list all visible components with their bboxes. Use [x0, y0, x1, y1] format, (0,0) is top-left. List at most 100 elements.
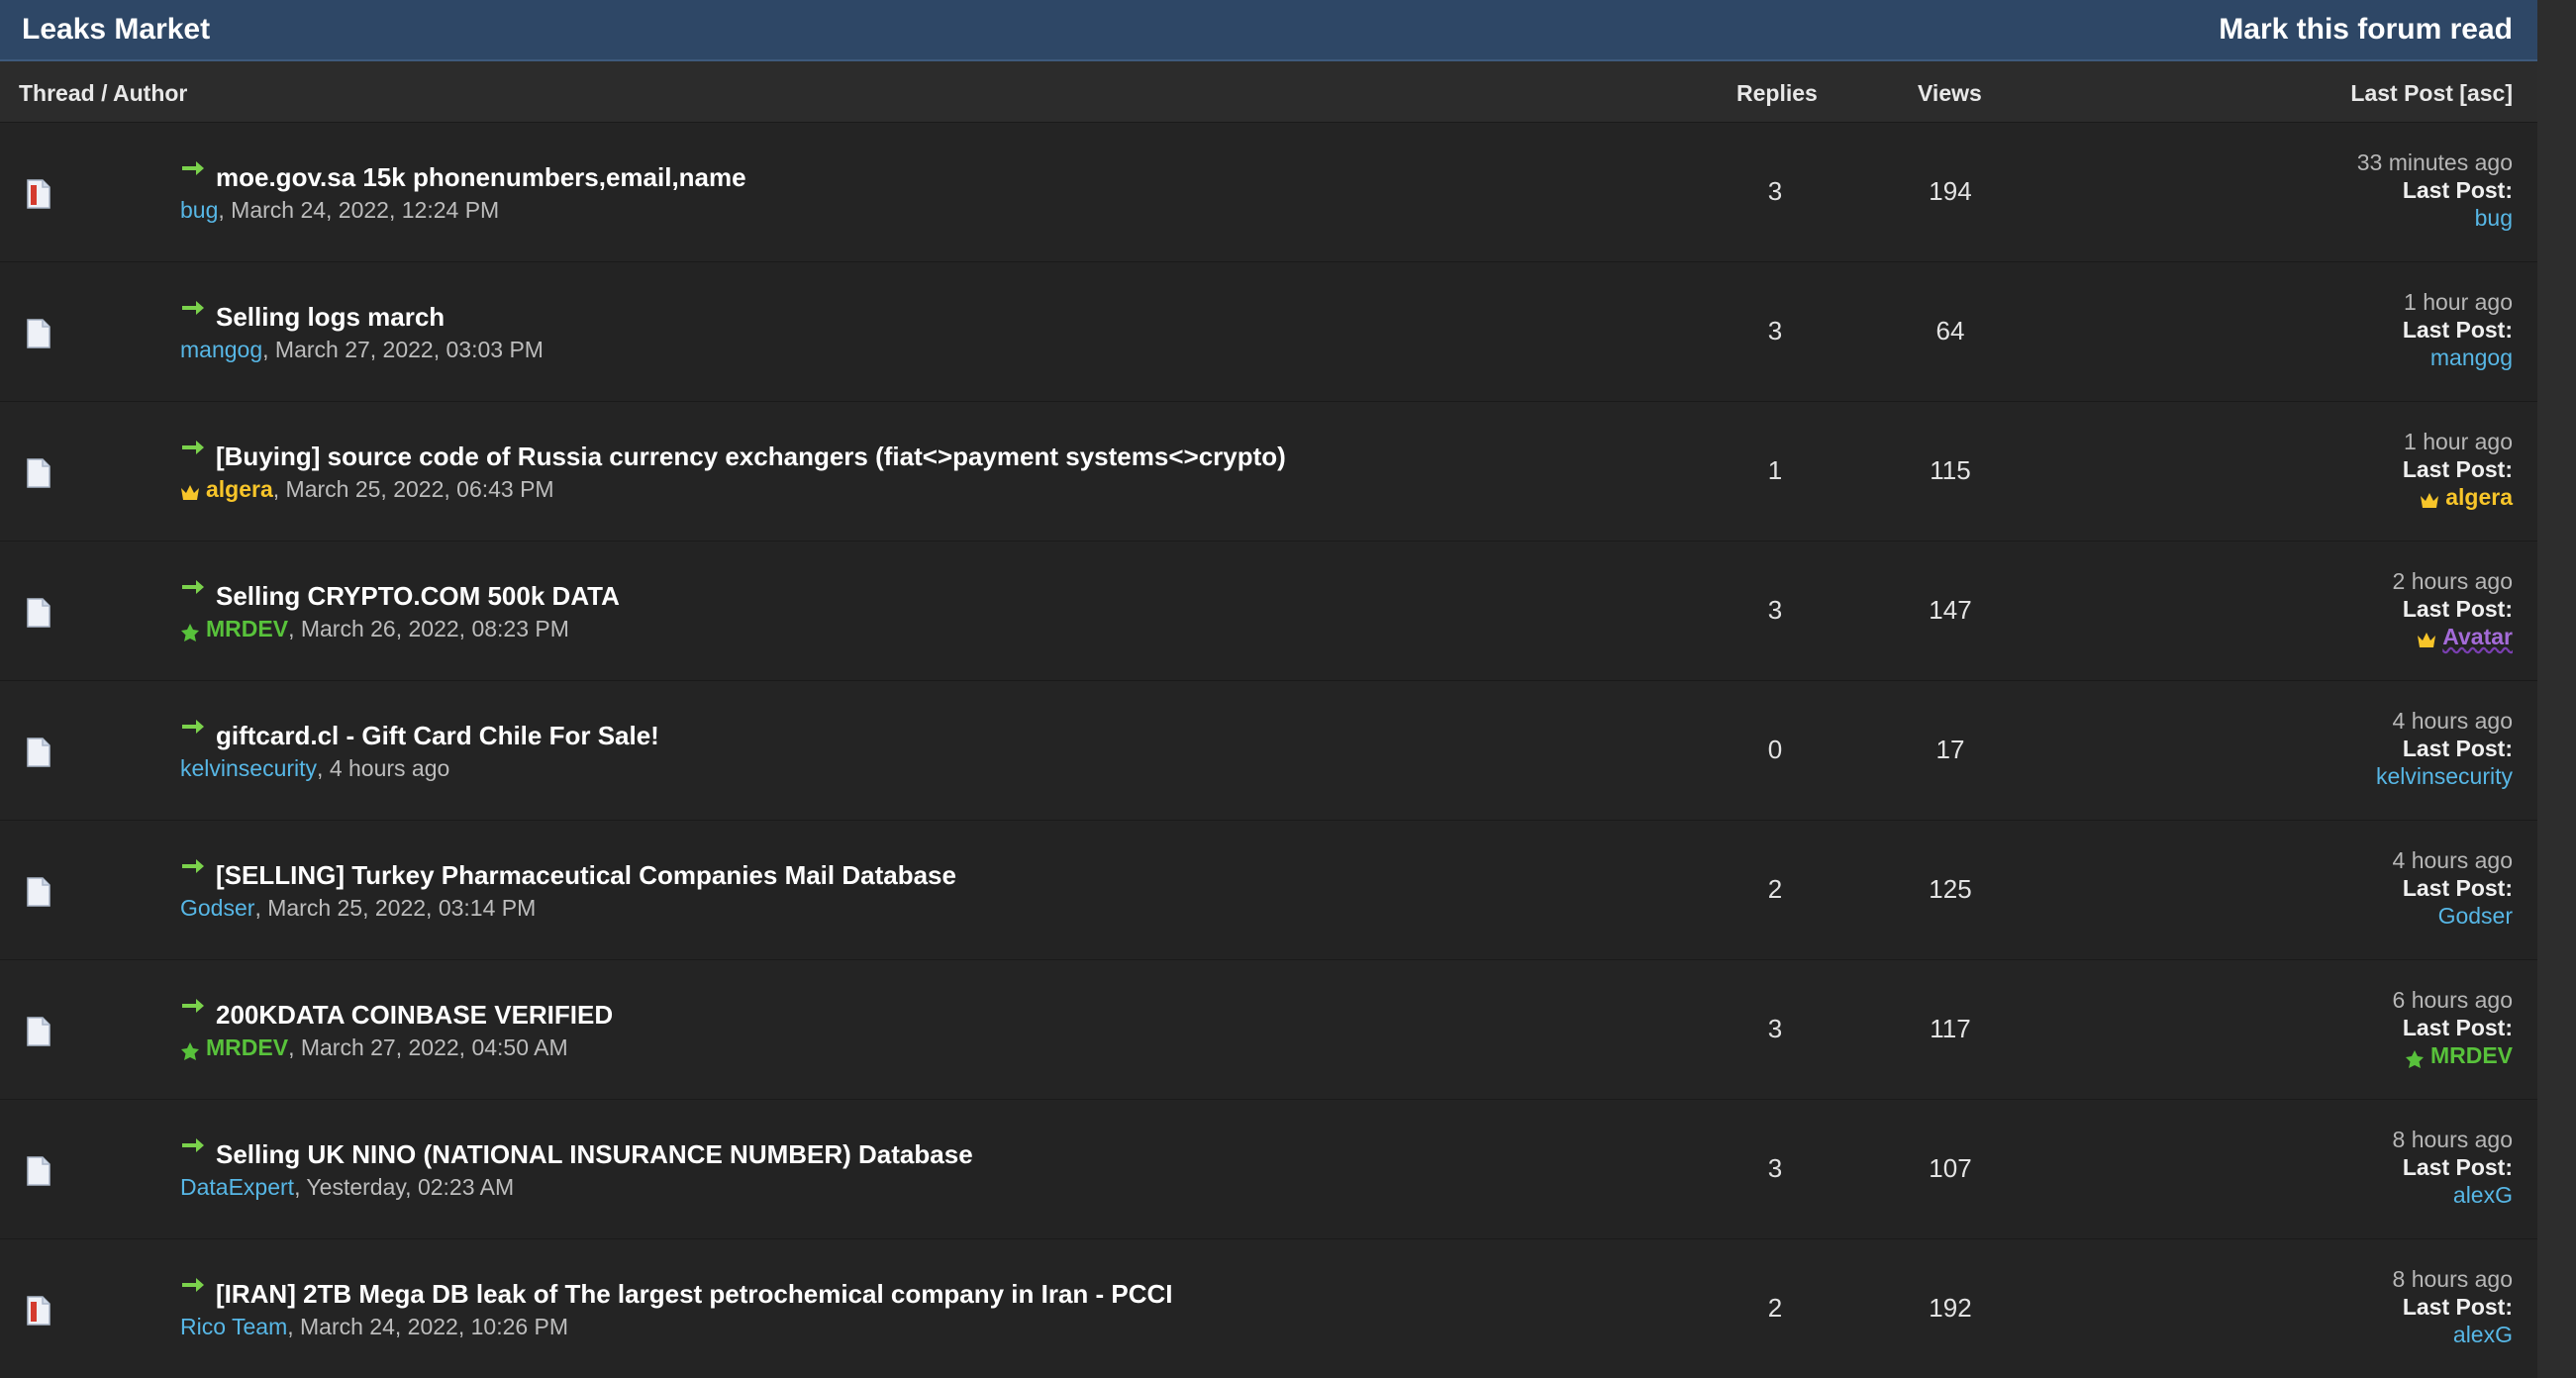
views-count: 17: [1935, 735, 1965, 764]
doc-icon: [27, 319, 50, 348]
go-to-first-unread-arrow-icon[interactable]: [180, 577, 206, 597]
thread-author-link[interactable]: algera: [206, 476, 273, 503]
column-headers: Thread / Author Replies Views Last Post …: [0, 61, 2537, 122]
thread-subject-link[interactable]: Selling UK NINO (NATIONAL INSURANCE NUMB…: [216, 1139, 973, 1170]
last-post-label: Last Post:: [2402, 1294, 2513, 1320]
subject-line: moe.gov.sa 15k phonenumbers,email,name: [180, 161, 746, 193]
go-to-first-unread-arrow-icon[interactable]: [180, 438, 206, 457]
mark-forum-read-link[interactable]: Mark this forum read: [2219, 13, 2513, 47]
last-post-label: Last Post:: [2402, 875, 2513, 901]
go-to-first-unread-arrow-icon[interactable]: [180, 996, 206, 1016]
go-to-first-unread-arrow-icon[interactable]: [180, 717, 206, 737]
last-post-time[interactable]: 4 hours ago: [2393, 846, 2513, 874]
thread-subject-link[interactable]: [IRAN] 2TB Mega DB leak of The largest p…: [216, 1279, 1173, 1310]
thread-subject-link[interactable]: Selling CRYPTO.COM 500k DATA: [216, 581, 620, 612]
doc-icon: [27, 738, 50, 767]
hot-doc-icon: [27, 179, 50, 209]
thread-author-link[interactable]: MRDEV: [206, 616, 288, 642]
last-post-time[interactable]: 33 minutes ago: [2357, 148, 2513, 176]
last-post-user-link[interactable]: algera: [2445, 483, 2513, 511]
replies-count[interactable]: 3: [1716, 1153, 1834, 1184]
replies-count[interactable]: 1: [1716, 455, 1834, 486]
replies-count[interactable]: 3: [1716, 316, 1834, 346]
replies-count[interactable]: 3: [1716, 595, 1834, 626]
column-thread-author[interactable]: Thread / Author: [19, 80, 187, 107]
thread-author-link[interactable]: kelvinsecurity: [180, 755, 317, 782]
thread-subject-link[interactable]: giftcard.cl - Gift Card Chile For Sale!: [216, 721, 659, 751]
last-post-info: 8 hours ago Last Post: alexG: [2393, 1265, 2513, 1348]
last-post-user-link[interactable]: kelvinsecurity: [2376, 762, 2513, 790]
thread-author-link[interactable]: bug: [180, 197, 218, 224]
crown-icon: [2420, 488, 2439, 508]
last-post-user-link[interactable]: alexG: [2453, 1321, 2513, 1348]
last-post-user-line: algera: [2403, 483, 2513, 511]
thread-row: [IRAN] 2TB Mega DB leak of The largest p…: [0, 1238, 2537, 1378]
thread-author-link[interactable]: mangog: [180, 337, 262, 363]
last-post-time[interactable]: 6 hours ago: [2393, 986, 2513, 1014]
thread-row: giftcard.cl - Gift Card Chile For Sale! k…: [0, 680, 2537, 820]
thread-date: , March 24, 2022, 12:24 PM: [218, 197, 500, 223]
last-post-time[interactable]: 1 hour ago: [2403, 428, 2513, 455]
column-replies[interactable]: Replies: [1736, 80, 1818, 107]
thread-info: Selling CRYPTO.COM 500k DATA MRDEV, March…: [180, 580, 620, 642]
views-count: 194: [1929, 176, 1972, 206]
thread-date: , March 27, 2022, 03:03 PM: [262, 337, 544, 362]
last-post-label: Last Post:: [2402, 596, 2513, 622]
star-icon: [2405, 1046, 2425, 1068]
thread-row: Selling logs march mangog, March 27, 2022…: [0, 261, 2537, 401]
last-post-user-line: MRDEV: [2393, 1041, 2513, 1069]
go-to-first-unread-arrow-icon[interactable]: [180, 856, 206, 876]
column-last-post[interactable]: Last Post [asc]: [2350, 80, 2513, 107]
last-post-time[interactable]: 1 hour ago: [2403, 288, 2513, 316]
thread-subject-link[interactable]: moe.gov.sa 15k phonenumbers,email,name: [216, 162, 746, 193]
thread-author-link[interactable]: Godser: [180, 895, 254, 922]
replies-count[interactable]: 0: [1716, 735, 1834, 765]
thread-subject-link[interactable]: [SELLING] Turkey Pharmaceutical Companie…: [216, 860, 956, 891]
last-post-time[interactable]: 4 hours ago: [2376, 707, 2513, 735]
last-post-user-link[interactable]: MRDEV: [2430, 1041, 2513, 1069]
last-post-time[interactable]: 2 hours ago: [2393, 567, 2513, 595]
go-to-first-unread-arrow-icon[interactable]: [180, 1135, 206, 1155]
thread-author-link[interactable]: MRDEV: [206, 1034, 288, 1061]
last-post-info: 2 hours ago Last Post: Avatar: [2393, 567, 2513, 650]
last-post-time[interactable]: 8 hours ago: [2393, 1126, 2513, 1153]
last-post-time[interactable]: 8 hours ago: [2393, 1265, 2513, 1293]
last-post-user-line: mangog: [2403, 344, 2513, 371]
last-post-user-link[interactable]: mangog: [2430, 344, 2513, 371]
thread-info: [Buying] source code of Russia currency …: [180, 441, 1286, 503]
column-views[interactable]: Views: [1918, 80, 1982, 107]
go-to-first-unread-arrow-icon[interactable]: [180, 298, 206, 318]
replies-count[interactable]: 2: [1716, 1293, 1834, 1324]
subject-line: Selling logs march: [180, 301, 544, 333]
replies-count[interactable]: 3: [1716, 1014, 1834, 1044]
thread-info: Selling UK NINO (NATIONAL INSURANCE NUMB…: [180, 1138, 973, 1201]
thread-info: moe.gov.sa 15k phonenumbers,email,name bu…: [180, 161, 746, 224]
thread-row: moe.gov.sa 15k phonenumbers,email,name bu…: [0, 122, 2537, 261]
thread-info: [IRAN] 2TB Mega DB leak of The largest p…: [180, 1278, 1173, 1340]
doc-icon: [27, 458, 50, 488]
forum-title[interactable]: Leaks Market: [22, 13, 210, 47]
thread-info: giftcard.cl - Gift Card Chile For Sale! k…: [180, 720, 659, 782]
thread-author-link[interactable]: DataExpert: [180, 1174, 294, 1201]
last-post-user-link[interactable]: Avatar: [2442, 623, 2513, 650]
thread-byline: Rico Team, March 24, 2022, 10:26 PM: [180, 1314, 1173, 1340]
thread-date: , March 27, 2022, 04:50 AM: [288, 1034, 568, 1060]
thread-author-link[interactable]: Rico Team: [180, 1314, 287, 1340]
thread-byline: algera, March 25, 2022, 06:43 PM: [180, 476, 1286, 503]
thread-subject-link[interactable]: Selling logs march: [216, 302, 445, 333]
last-post-info: 1 hour ago Last Post: algera: [2403, 428, 2513, 511]
go-to-first-unread-arrow-icon[interactable]: [180, 158, 206, 178]
last-post-user-link[interactable]: Godser: [2438, 902, 2513, 930]
replies-count[interactable]: 3: [1716, 176, 1834, 207]
thread-subject-link[interactable]: 200KDATA COINBASE VERIFIED: [216, 1000, 613, 1031]
last-post-user-link[interactable]: alexG: [2453, 1181, 2513, 1209]
last-post-user-link[interactable]: bug: [2475, 204, 2513, 232]
last-post-label: Last Post:: [2402, 317, 2513, 343]
scrollbar[interactable]: [2537, 0, 2576, 1370]
doc-icon: [27, 1017, 50, 1046]
thread-subject-link[interactable]: [Buying] source code of Russia currency …: [216, 442, 1286, 472]
thread-date: , 4 hours ago: [317, 755, 450, 781]
thread-byline: mangog, March 27, 2022, 03:03 PM: [180, 337, 544, 363]
replies-count[interactable]: 2: [1716, 874, 1834, 905]
go-to-first-unread-arrow-icon[interactable]: [180, 1275, 206, 1295]
